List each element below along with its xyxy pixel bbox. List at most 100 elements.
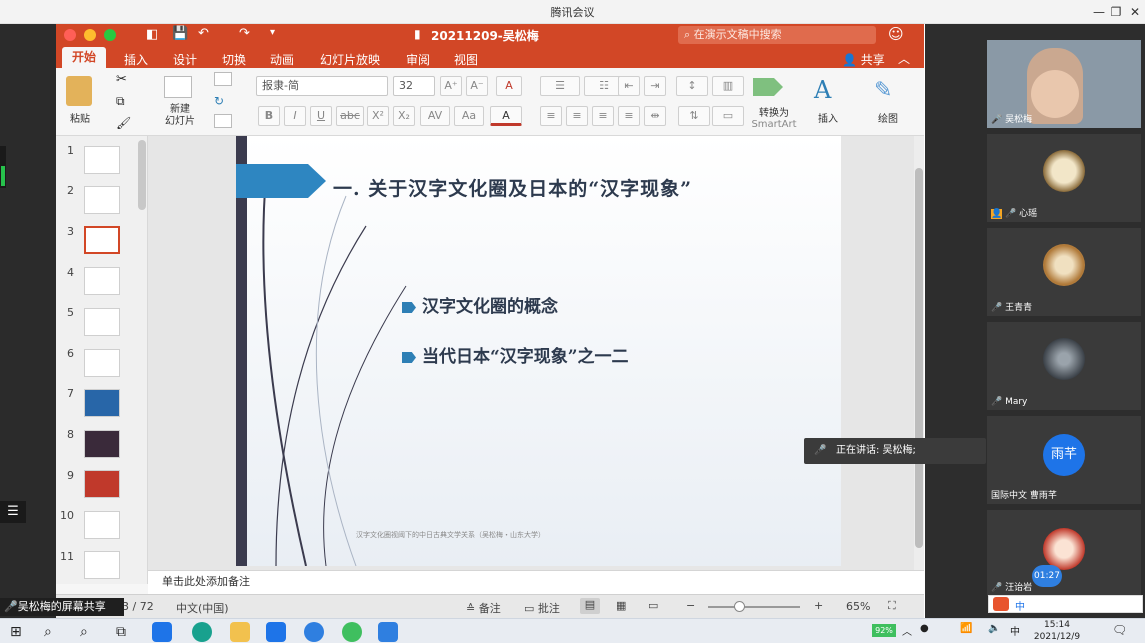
slide-canvas[interactable]: 一. 关于汉字文化圈及日本的“汉字现象” 汉字文化圈的概念 当代日本“汉字现象”…: [236, 136, 841, 566]
align-right-button[interactable]: ≡: [592, 106, 614, 126]
tencent-meeting-icon[interactable]: [378, 622, 398, 642]
smartart-icon[interactable]: [753, 78, 783, 96]
bullets-button[interactable]: ☰: [540, 76, 580, 96]
slide-scrollbar[interactable]: [914, 136, 924, 584]
collapse-ribbon-icon[interactable]: ︿: [898, 50, 910, 67]
reading-view-icon[interactable]: ▭: [648, 599, 658, 612]
slide-thumbnail[interactable]: [84, 146, 120, 174]
list-icon[interactable]: ☰: [0, 501, 26, 523]
bold-button[interactable]: B: [258, 106, 280, 126]
edge-icon[interactable]: [192, 622, 212, 642]
participant-tile[interactable]: 👤 🎤 心瑶: [987, 134, 1141, 222]
participant-tile[interactable]: 🎤 王青青: [987, 228, 1141, 316]
tab-review[interactable]: 审阅: [406, 51, 430, 68]
search-icon[interactable]: ⌕: [44, 622, 64, 642]
change-case-button[interactable]: Aa: [454, 106, 484, 126]
notes-button[interactable]: ≙ 备注: [466, 600, 501, 616]
system-clock[interactable]: 15:14 2021/12/9: [1030, 619, 1084, 643]
participant-tile[interactable]: 🎤 吴松梅: [987, 40, 1141, 128]
cut-icon[interactable]: ✂: [116, 72, 127, 87]
fit-slide-icon[interactable]: ⛶: [888, 599, 896, 613]
increase-indent-button[interactable]: ⇥: [644, 76, 666, 96]
underline-button[interactable]: U: [310, 106, 332, 126]
zoom-slider[interactable]: [708, 601, 800, 612]
participant-tile[interactable]: 🎤 汪诒岩: [987, 510, 1141, 596]
layout-icon[interactable]: [214, 72, 232, 86]
slide-thumbnail[interactable]: [84, 308, 120, 336]
justify-button[interactable]: ≡: [618, 106, 640, 126]
participant-tile[interactable]: 🎤 Mary: [987, 322, 1141, 410]
decrease-indent-button[interactable]: ⇤: [618, 76, 640, 96]
tab-animations[interactable]: 动画: [270, 51, 294, 68]
tab-design[interactable]: 设计: [173, 51, 197, 68]
sorter-view-icon[interactable]: ▦: [616, 599, 626, 612]
line-spacing-button[interactable]: ↕: [676, 76, 708, 96]
undo-icon[interactable]: ↶: [198, 26, 209, 41]
ime-toolbar[interactable]: 中: [988, 595, 1143, 613]
share-button[interactable]: 👤 共享: [842, 51, 885, 68]
tab-view[interactable]: 视图: [454, 51, 478, 68]
customize-toolbar-icon[interactable]: ▾: [270, 27, 275, 38]
tab-transitions[interactable]: 切换: [222, 51, 246, 68]
thumbs-scrollbar[interactable]: [138, 140, 146, 210]
tab-slideshow[interactable]: 幻灯片放映: [320, 51, 380, 68]
subscript-button[interactable]: X₂: [393, 106, 415, 126]
browser-icon[interactable]: [342, 622, 362, 642]
tab-home[interactable]: 开始: [62, 47, 106, 68]
search-input[interactable]: ⌕ 在演示文稿中搜索: [678, 26, 876, 44]
normal-view-icon[interactable]: ▤: [580, 598, 600, 614]
slide-thumbnail[interactable]: [84, 186, 120, 214]
zoom-in-icon[interactable]: +: [814, 599, 823, 612]
align-center-button[interactable]: ≡: [566, 106, 588, 126]
tab-insert[interactable]: 插入: [124, 51, 148, 68]
align-text-button[interactable]: ▭: [712, 106, 744, 126]
notifications-icon[interactable]: 🗨: [1112, 623, 1127, 637]
ie-icon[interactable]: [152, 622, 172, 642]
close-dot[interactable]: [64, 29, 76, 41]
insert-shape-icon[interactable]: A: [814, 76, 831, 104]
slide-thumbnail[interactable]: [84, 551, 120, 579]
save-icon[interactable]: 💾: [172, 26, 188, 41]
search-icon-2[interactable]: ⌕: [80, 622, 100, 642]
draw-icon[interactable]: ✎: [874, 78, 892, 103]
char-spacing-button[interactable]: AV: [420, 106, 450, 126]
mail-icon[interactable]: [266, 622, 286, 642]
slide-thumbnail[interactable]: [84, 511, 120, 539]
notes-pane[interactable]: 单击此处添加备注: [148, 570, 924, 594]
slide-thumbnail[interactable]: [84, 430, 120, 458]
superscript-button[interactable]: X²: [367, 106, 389, 126]
close-button[interactable]: ✕: [1124, 2, 1145, 22]
volume-icon[interactable]: 🔈: [988, 623, 1000, 634]
slide-thumbnail-selected[interactable]: [84, 226, 120, 254]
strikethrough-button[interactable]: abc: [336, 106, 364, 126]
file-explorer-icon[interactable]: [230, 622, 250, 642]
font-color-button[interactable]: A: [490, 106, 522, 126]
ime-indicator[interactable]: 中: [1010, 623, 1020, 638]
shrink-font-button[interactable]: A⁻: [466, 76, 488, 96]
slide-thumbnail[interactable]: [84, 349, 120, 377]
font-size-select[interactable]: 32: [393, 76, 435, 96]
redo-icon[interactable]: ↷: [239, 26, 250, 41]
italic-button[interactable]: I: [284, 106, 306, 126]
text-direction-button[interactable]: ⇅: [678, 106, 710, 126]
sidebar-toggle-icon[interactable]: ◧: [146, 27, 158, 42]
tray-icon[interactable]: ●: [920, 623, 929, 634]
section-icon[interactable]: [214, 114, 232, 128]
columns-button[interactable]: ▥: [712, 76, 744, 96]
distributed-button[interactable]: ⇹: [644, 106, 666, 126]
tray-chevron-icon[interactable]: ︿: [902, 623, 912, 638]
comments-button[interactable]: ▭ 批注: [524, 600, 560, 616]
new-slide-icon[interactable]: [164, 76, 192, 98]
clear-format-button[interactable]: A: [496, 76, 522, 96]
grow-font-button[interactable]: A⁺: [440, 76, 462, 96]
zoom-level[interactable]: 65%: [846, 600, 870, 613]
reset-icon[interactable]: ↻: [214, 94, 224, 108]
smiley-icon[interactable]: ☺: [888, 25, 904, 43]
paste-icon[interactable]: [66, 76, 92, 106]
align-left-button[interactable]: ≡: [540, 106, 562, 126]
minimize-dot[interactable]: [84, 29, 96, 41]
format-painter-icon[interactable]: 🖌: [116, 116, 131, 130]
font-name-select[interactable]: 报隶-简: [256, 76, 388, 96]
participant-tile[interactable]: 雨芊 国际中文 曹雨芊: [987, 416, 1141, 504]
windows-start-icon[interactable]: ⊞: [10, 622, 30, 642]
